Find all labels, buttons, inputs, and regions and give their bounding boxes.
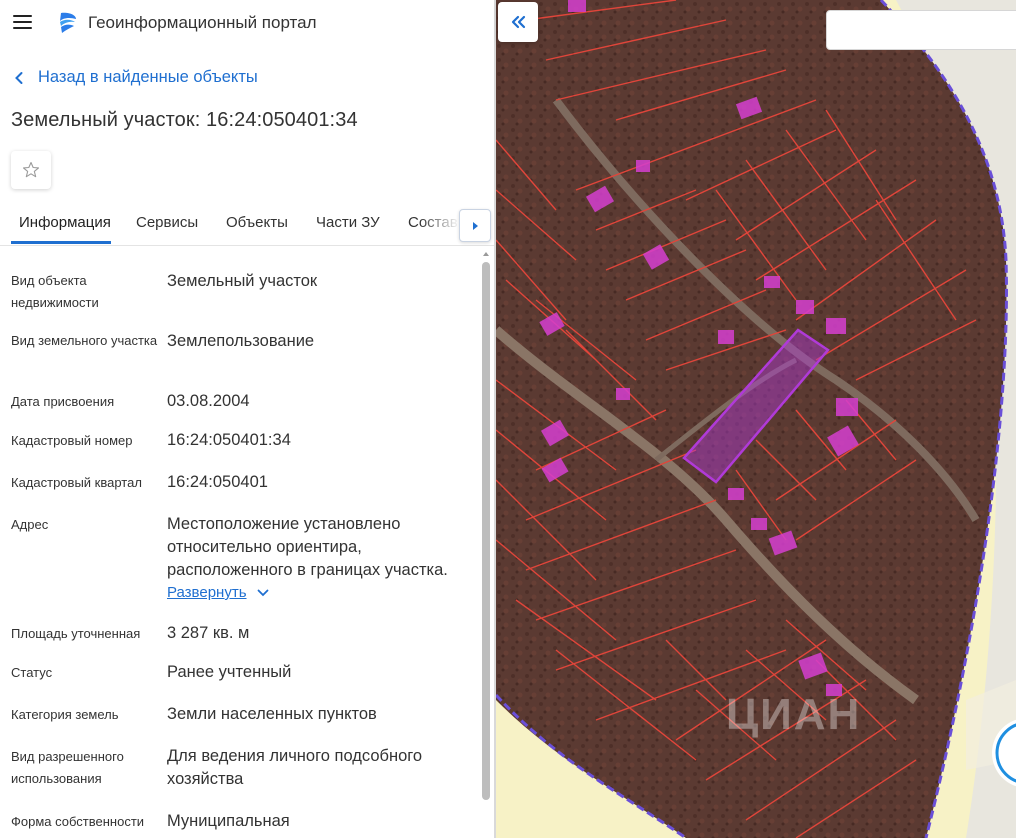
- field-label: Адрес: [11, 517, 49, 532]
- tab-services[interactable]: Сервисы: [136, 214, 198, 231]
- field-label: Статус: [11, 665, 53, 680]
- map-view[interactable]: ЦИАН: [496, 0, 1016, 838]
- field-label: Форма собственности: [11, 814, 145, 829]
- scroll-up-icon[interactable]: [482, 250, 490, 258]
- tab-information[interactable]: Информация: [19, 214, 111, 231]
- field-label: Вид объекта недвижимости: [11, 273, 99, 310]
- active-tab-indicator: [11, 241, 111, 244]
- field-value: 03.08.2004: [167, 392, 250, 410]
- field-label: Кадастровый квартал: [11, 475, 142, 490]
- tab-objects[interactable]: Объекты: [226, 214, 288, 231]
- field-value: 16:24:050401: [167, 473, 268, 491]
- scrollbar-thumb[interactable]: [482, 262, 490, 800]
- back-link-label: Назад в найденные объекты: [38, 68, 258, 86]
- expand-label: Развернуть: [167, 584, 247, 601]
- top-bar: Геоинформационный портал: [0, 0, 494, 46]
- chevron-left-icon: [15, 71, 23, 84]
- field-value: Муниципальная: [167, 812, 290, 830]
- field-label: Вид разрешенного использования: [11, 749, 124, 786]
- chevron-down-icon: [257, 589, 268, 596]
- menu-icon[interactable]: [12, 12, 34, 34]
- field-value: Земельный участок: [167, 272, 318, 290]
- back-link[interactable]: Назад в найденные объекты: [14, 68, 258, 87]
- tabs-scroll-right-button[interactable]: [459, 209, 491, 242]
- field-value: Землепользование: [167, 332, 315, 350]
- field-label: Площадь уточненная: [11, 626, 141, 641]
- portal-logo-icon: [60, 12, 76, 33]
- map-watermark: ЦИАН: [726, 690, 862, 739]
- app-title: Геоинформационный портал: [88, 13, 317, 32]
- double-chevron-left-icon: [511, 15, 526, 29]
- field-value: Местоположение установлено относительно …: [167, 515, 448, 579]
- caret-right-icon: [473, 221, 478, 230]
- field-value: 16:24:050401:34: [167, 431, 291, 449]
- map-search-input[interactable]: [826, 10, 1016, 50]
- tab-parts[interactable]: Части ЗУ: [316, 214, 380, 231]
- star-icon: [22, 161, 40, 178]
- page-title: Земельный участок: 16:24:050401:34: [11, 109, 358, 131]
- favorite-button[interactable]: [11, 151, 51, 189]
- collapse-panel-button[interactable]: [498, 2, 538, 42]
- field-value: 3 287 кв. м: [167, 624, 250, 642]
- address-expand-link[interactable]: Развернуть: [167, 584, 269, 601]
- info-panel: Геоинформационный портал Назад в найденн…: [0, 0, 494, 838]
- field-value: Ранее учтенный: [167, 663, 292, 681]
- field-label: Категория земель: [11, 707, 119, 722]
- field-value: Земли населенных пунктов: [167, 705, 377, 723]
- field-label: Кадастровый номер: [11, 433, 133, 448]
- location-ring-icon: [995, 723, 1016, 783]
- field-label: Дата присвоения: [11, 394, 115, 409]
- field-label: Вид земельного участка: [11, 333, 158, 348]
- map-control-button[interactable]: [992, 718, 1016, 788]
- tab-fade: [420, 205, 460, 241]
- field-value: Для ведения личного подсобного хозяйства: [167, 747, 423, 788]
